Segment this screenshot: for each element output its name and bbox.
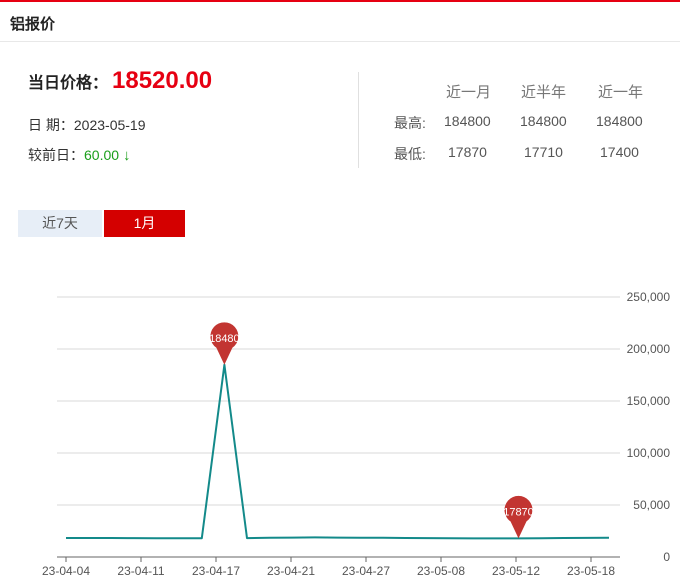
y-tick-label: 250,000 — [627, 290, 671, 304]
y-tick-label: 200,000 — [627, 342, 671, 356]
price-line-chart: 0 50,000 100,000 150,000 200,000 250,000 23-04… — [42, 290, 671, 578]
x-tick-label: 23-05-08 — [417, 564, 465, 578]
x-tick-label: 23-04-21 — [267, 564, 315, 578]
y-tick-label: 100,000 — [627, 446, 671, 460]
x-tick-label: 23-04-17 — [192, 564, 240, 578]
y-tick-label: 50,000 — [633, 498, 670, 512]
x-tick-label: 23-05-12 — [492, 564, 540, 578]
max-marker-label: 18480 — [209, 333, 240, 345]
y-tick-label: 0 — [663, 550, 670, 564]
x-tick-label: 23-04-11 — [117, 564, 164, 578]
y-tick-label: 150,000 — [627, 394, 671, 408]
min-marker-label: 17870 — [503, 506, 534, 518]
x-tick-label: 23-04-27 — [342, 564, 390, 578]
x-tick-label: 23-05-18 — [567, 564, 615, 578]
x-tick-label: 23-04-04 — [42, 564, 90, 578]
